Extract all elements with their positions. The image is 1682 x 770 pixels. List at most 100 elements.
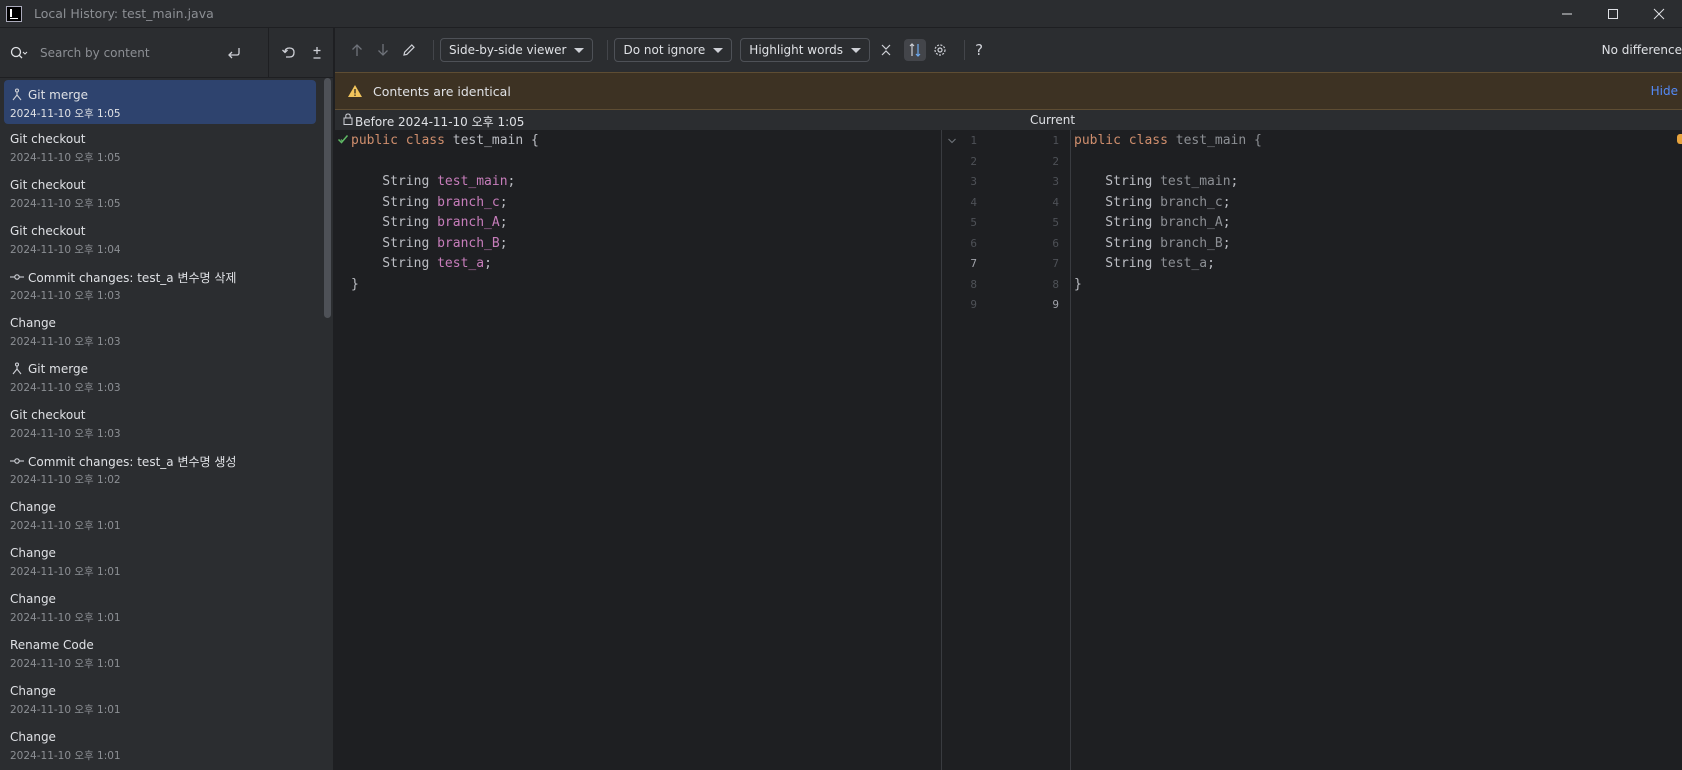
maximize-icon	[1608, 9, 1618, 19]
history-item[interactable]: Change 2024-11-10 오후 1:03	[0, 308, 316, 354]
code-token: String	[1074, 215, 1161, 230]
search-icon[interactable]	[10, 46, 28, 60]
pencil-icon	[403, 44, 415, 56]
code-token: ;	[499, 194, 508, 210]
history-item[interactable]: Git checkout 2024-11-10 오후 1:05	[0, 170, 316, 216]
sync-scroll-toggle[interactable]	[904, 39, 927, 61]
collapse-unchanged-button[interactable]	[878, 42, 894, 58]
code-line: String test_main;	[1074, 171, 1238, 193]
code-token: public	[351, 133, 406, 148]
history-item-date: 2024-11-10 오후 1:01	[10, 658, 121, 670]
code-token: ;	[1222, 194, 1231, 210]
maximize-button[interactable]	[1590, 0, 1636, 28]
code-token: ;	[484, 256, 492, 271]
code-token: ;	[499, 215, 508, 230]
history-item-title: Git checkout	[10, 176, 316, 194]
window-title: Local History: test_main.java	[34, 6, 214, 21]
left-editor[interactable]: public class test_main { String test_mai…	[335, 130, 942, 770]
history-item[interactable]: Commit changes: test_a 변수명 삭제 2024-11-10 …	[0, 262, 316, 308]
show-diff-icon[interactable]	[309, 45, 325, 61]
code-line: }	[1074, 274, 1082, 296]
close-icon	[1653, 8, 1665, 20]
code-line: String test_main;	[351, 171, 515, 193]
search-input[interactable]	[40, 45, 220, 60]
viewer-dropdown-label: Side-by-side viewer	[449, 43, 567, 57]
history-item[interactable]: Change 2024-11-10 오후 1:01	[0, 584, 316, 630]
code-token: String	[351, 194, 438, 210]
right-line-number: 7	[1052, 257, 1059, 270]
ignore-dropdown[interactable]: Do not ignore	[614, 38, 733, 62]
left-line-number: 7	[970, 257, 977, 270]
history-item-date: 2024-11-10 오후 1:01	[10, 520, 121, 532]
hide-banner-link[interactable]: Hide	[1651, 84, 1678, 98]
history-item-title: Git checkout	[10, 222, 316, 240]
code-token: class	[1128, 133, 1176, 148]
current-label: Current	[1030, 113, 1076, 127]
history-item[interactable]: Commit changes: test_a 변수명 생성 2024-11-10 …	[0, 446, 316, 492]
search-box	[0, 28, 268, 78]
code-line: String test_a;	[351, 253, 492, 275]
history-item-label: Change	[10, 500, 56, 514]
code-line: }	[351, 274, 359, 296]
code-token: ;	[1222, 215, 1231, 230]
history-item-date: 2024-11-10 오후 1:01	[10, 704, 121, 716]
divider	[268, 27, 269, 78]
history-item[interactable]: Change 2024-11-10 오후 1:01	[0, 538, 316, 584]
minimize-button[interactable]	[1544, 0, 1590, 28]
history-item-label: Change	[10, 684, 56, 698]
right-line-number: 2	[1052, 154, 1059, 168]
history-item-label: Rename Code	[10, 638, 94, 652]
scrollbar[interactable]	[324, 78, 331, 318]
edit-source-button[interactable]	[401, 42, 417, 58]
previous-difference-button[interactable]	[349, 42, 365, 58]
history-item[interactable]: Change 2024-11-10 오후 1:01	[0, 676, 316, 722]
chevron-down-icon	[574, 47, 585, 53]
code-token: String	[351, 215, 438, 230]
next-difference-button[interactable]	[375, 42, 391, 58]
history-item[interactable]: Change 2024-11-10 오후 1:01	[0, 492, 316, 538]
code-line: String branch_A;	[351, 212, 508, 234]
divider	[964, 40, 966, 60]
enter-icon[interactable]	[226, 46, 242, 60]
history-item[interactable]: Git checkout 2024-11-10 오후 1:05	[0, 124, 316, 170]
window-controls	[1544, 0, 1682, 28]
highlight-dropdown[interactable]: Highlight words	[740, 38, 871, 62]
history-item-label: Change	[10, 730, 56, 744]
viewer-dropdown[interactable]: Side-by-side viewer	[440, 38, 594, 62]
history-item[interactable]: Change 2024-11-10 오후 1:01	[0, 722, 316, 768]
revert-icon[interactable]	[281, 45, 297, 61]
help-button[interactable]: ?	[971, 41, 987, 59]
right-editor[interactable]: public class test_main { String test_mai…	[1072, 130, 1682, 770]
history-item[interactable]: Git checkout 2024-11-10 오후 1:04	[0, 216, 316, 262]
checkmark-icon	[337, 135, 349, 144]
fold-chevron-icon[interactable]	[947, 137, 957, 145]
code-line: public class test_main {	[351, 130, 539, 152]
code-token: ;	[1222, 235, 1231, 251]
close-button[interactable]	[1636, 0, 1682, 28]
history-item-date: 2024-11-10 오후 1:01	[10, 750, 121, 762]
history-item-label: Git checkout	[10, 178, 86, 192]
settings-button[interactable]	[932, 42, 948, 58]
history-item[interactable]: Git merge 2024-11-10 오후 1:03	[0, 354, 316, 400]
code-token: branch_A	[437, 215, 500, 230]
code-token: class	[405, 133, 453, 148]
history-item-date: 2024-11-10 오후 1:03	[10, 428, 121, 440]
history-item-title: Change	[10, 498, 316, 516]
left-line-number: 9	[970, 298, 977, 311]
right-line-number: 1	[1052, 134, 1059, 147]
code-token: String	[1074, 194, 1161, 210]
history-item-title: Commit changes: test_a 변수명 삭제	[10, 268, 316, 286]
history-item[interactable]: Git merge 2024-11-10 오후 1:05	[4, 80, 316, 124]
history-item[interactable]: Git checkout 2024-11-10 오후 1:03	[0, 400, 316, 446]
code-line: String test_a;	[1074, 253, 1215, 275]
history-item-date: 2024-11-10 오후 1:03	[10, 382, 121, 394]
history-list: Git merge 2024-11-10 오후 1:05 Git checkout 2…	[0, 78, 322, 770]
code-token: String	[351, 174, 438, 189]
minimize-icon	[1562, 13, 1572, 15]
code-token: ;	[1207, 256, 1215, 271]
history-item[interactable]: Rename Code 2024-11-10 오후 1:01	[0, 630, 316, 676]
divider	[433, 40, 434, 60]
history-item-date: 2024-11-10 오후 1:04	[10, 244, 121, 256]
commit-icon	[10, 458, 24, 464]
history-item-title: Change	[10, 728, 316, 746]
